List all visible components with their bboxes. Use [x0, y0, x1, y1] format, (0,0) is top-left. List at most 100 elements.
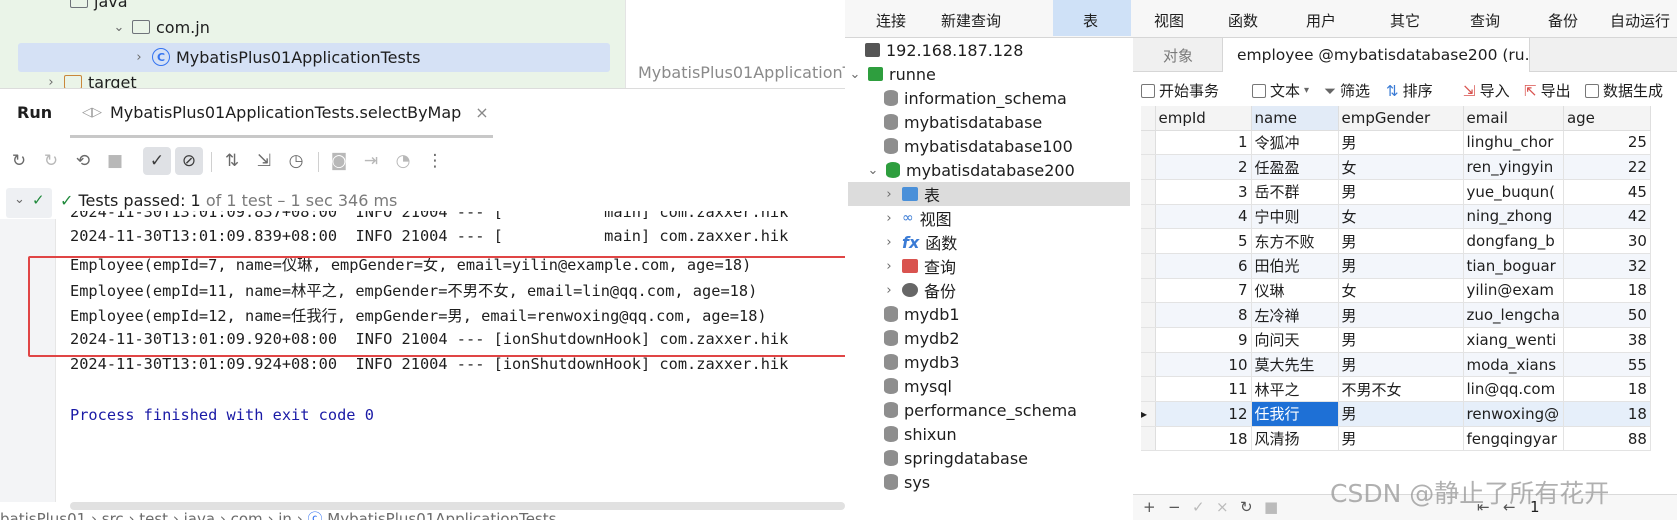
cell-empgender[interactable]: 男	[1338, 179, 1464, 205]
chevron-right-icon[interactable]: ›	[882, 211, 896, 226]
close-icon[interactable]: ×	[475, 103, 488, 122]
database-item[interactable]: performance_schema	[884, 398, 1077, 422]
cell-email[interactable]: yue_buqun(	[1463, 179, 1564, 205]
database-item[interactable]: information_schema	[884, 86, 1067, 110]
cell-email[interactable]: yilin@exam	[1463, 278, 1564, 304]
rerun-with-coverage-icon[interactable]: ⟲	[69, 147, 97, 175]
column-header-email[interactable]: email	[1463, 106, 1564, 131]
cell-email[interactable]: fengqingyar	[1463, 426, 1564, 452]
table-row[interactable]: 7 仪琳女 yilin@exam 18	[1141, 278, 1651, 304]
toolbar-view[interactable]: 视图	[1154, 10, 1184, 31]
collapse-icon[interactable]: ⇲	[250, 147, 278, 175]
cell-email[interactable]: tian_boguar	[1463, 253, 1564, 279]
table-row[interactable]: 3 岳不群男 yue_buqun(45	[1141, 179, 1651, 205]
cell-name[interactable]: 向问天	[1251, 327, 1339, 353]
cell-name[interactable]: 任盈盈	[1251, 154, 1339, 180]
database-item[interactable]: springdatabase	[884, 446, 1028, 470]
toolbar-user[interactable]: 用户	[1306, 10, 1336, 31]
cell-empgender[interactable]: 男	[1338, 228, 1464, 254]
database-item[interactable]: mydb1	[884, 302, 960, 326]
show-ignored-icon[interactable]: ⊘	[175, 147, 203, 175]
tree-item-queries[interactable]: › 查询	[882, 254, 956, 278]
sort-icon[interactable]: ⇅	[218, 147, 246, 175]
chevron-right-icon[interactable]: ›	[882, 187, 896, 202]
cell-email[interactable]: ning_zhong	[1463, 204, 1564, 230]
database-item[interactable]: shixun	[884, 422, 957, 446]
database-item[interactable]: mydb3	[884, 350, 960, 374]
cell-email[interactable]: linghu_chor	[1463, 130, 1564, 156]
tree-item-tables[interactable]: › 表	[882, 182, 940, 206]
table-row[interactable]: ▸ 12 任我行男 renwoxing@ 18	[1141, 401, 1651, 427]
toolbar-new-query[interactable]: 新建查询	[941, 10, 1001, 31]
cell-age[interactable]: 88	[1563, 426, 1651, 452]
database-item[interactable]: mydb2	[884, 326, 960, 350]
export-button[interactable]: ⇱ 导出	[1524, 80, 1571, 101]
chevron-down-icon[interactable]: ⌄	[14, 192, 25, 207]
row-marker[interactable]	[1141, 278, 1156, 304]
table-row[interactable]: 4 宁中则女 ning_zhong 42	[1141, 204, 1651, 230]
cell-empid[interactable]: 6	[1155, 253, 1252, 279]
cell-name[interactable]: 莫大先生	[1251, 352, 1339, 378]
tree-item-package[interactable]: ⌄ com.jn	[112, 14, 210, 40]
tree-item-java[interactable]: java	[70, 0, 128, 14]
chevron-right-icon[interactable]: ›	[132, 50, 146, 65]
cell-empgender[interactable]: 男	[1338, 401, 1464, 427]
table-row[interactable]: 2 任盈盈女 ren_yingyin 22	[1141, 154, 1651, 180]
filter-button[interactable]: ⏷ 筛选	[1324, 80, 1370, 101]
table-row[interactable]: 18 风清扬男 fengqingyar 88	[1141, 426, 1651, 452]
toolbar-backup[interactable]: 备份	[1548, 10, 1578, 31]
cell-name[interactable]: 宁中则	[1251, 204, 1339, 230]
table-row[interactable]: 5 东方不败男 dongfang_b 30	[1141, 228, 1651, 254]
cell-email[interactable]: dongfang_b	[1463, 228, 1564, 254]
tree-item-backups[interactable]: › 备份	[882, 278, 956, 302]
cell-empid[interactable]: 9	[1155, 327, 1252, 353]
more-options-icon[interactable]: ⋮	[421, 147, 449, 175]
cell-empid[interactable]: 8	[1155, 302, 1252, 328]
delete-record-icon[interactable]: −	[1168, 498, 1181, 516]
cell-empgender[interactable]: 男	[1338, 426, 1464, 452]
cell-name[interactable]: 仪琳	[1251, 278, 1339, 304]
chevron-right-icon[interactable]: ›	[882, 283, 896, 298]
cell-email[interactable]: ren_yingyin	[1463, 154, 1564, 180]
rerun-icon[interactable]: ↻	[5, 147, 33, 175]
cell-age[interactable]: 18	[1563, 376, 1651, 403]
cell-name[interactable]: 左冷禅	[1251, 302, 1339, 328]
table-row[interactable]: 10 莫大先生男 moda_xians 55	[1141, 352, 1651, 378]
cell-empid[interactable]: 11	[1155, 376, 1252, 403]
camera-icon[interactable]: ◙	[325, 147, 353, 175]
cell-name[interactable]: 任我行	[1251, 401, 1339, 427]
connection-runne[interactable]: ⌄ runne	[848, 62, 936, 86]
tab-employee-table[interactable]: employee @mybatisdatabase200 (ru...	[1222, 38, 1530, 72]
add-record-icon[interactable]: +	[1143, 498, 1156, 516]
import-button[interactable]: ⇲ 导入	[1463, 80, 1510, 101]
database-item-open[interactable]: ⌄ mybatisdatabase200	[866, 158, 1075, 182]
toolbar-connect[interactable]: 连接	[876, 10, 906, 31]
cell-name[interactable]: 田伯光	[1251, 253, 1339, 279]
begin-transaction-button[interactable]: 开始事务	[1141, 80, 1219, 101]
row-marker[interactable]	[1141, 253, 1156, 279]
table-row[interactable]: 9 向问天男 xiang_wenti 38	[1141, 327, 1651, 353]
row-marker[interactable]	[1141, 302, 1156, 328]
refresh-icon[interactable]: ↻	[1240, 498, 1253, 516]
cell-age[interactable]: 18	[1563, 401, 1651, 427]
cell-empid[interactable]: 2	[1155, 154, 1252, 180]
row-marker[interactable]	[1141, 228, 1156, 254]
run-config-tab[interactable]: ◁▷ MybatisPlus01ApplicationTests.selectB…	[82, 103, 489, 122]
cell-empgender[interactable]: 男	[1338, 327, 1464, 353]
cell-age[interactable]: 22	[1563, 154, 1651, 180]
toolbar-function[interactable]: 函数	[1228, 10, 1258, 31]
text-view-button[interactable]: 文本 ▾	[1252, 80, 1309, 101]
breadcrumb-item[interactable]: test	[139, 510, 168, 520]
gauge-icon[interactable]: ◔	[389, 147, 417, 175]
tree-item-functions[interactable]: › fx 函数	[882, 230, 957, 254]
cell-empid[interactable]: 4	[1155, 204, 1252, 230]
stop-icon[interactable]: ■	[101, 147, 129, 175]
data-generation-button[interactable]: 数据生成	[1585, 80, 1663, 101]
cell-empid[interactable]: 7	[1155, 278, 1252, 304]
connection-server[interactable]: 192.168.187.128	[865, 38, 1023, 62]
current-row-marker-icon[interactable]: ▸	[1141, 401, 1156, 427]
cell-age[interactable]: 32	[1563, 253, 1651, 279]
sort-button[interactable]: ⇅ 排序	[1386, 80, 1433, 101]
cell-empid[interactable]: 3	[1155, 179, 1252, 205]
cell-empgender[interactable]: 不男不女	[1338, 376, 1464, 403]
